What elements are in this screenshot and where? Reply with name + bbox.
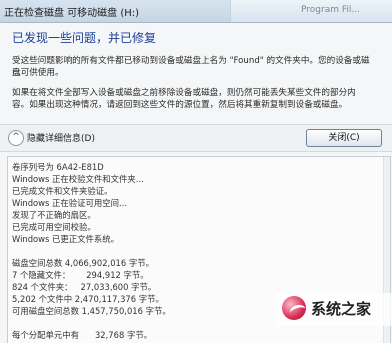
logo-icon — [282, 296, 308, 320]
logo-swoosh-icon — [288, 303, 308, 319]
detail-line: 已完成可用空间校验。 — [12, 222, 96, 232]
background-window: Program Fil... — [230, 0, 392, 22]
detail-line: 发现了不正确的扇区。 — [12, 210, 96, 220]
summary-paragraph-1-line-2: 已可供使用。 — [12, 68, 64, 78]
watermark-logo: 系统之家 — [276, 293, 392, 326]
detail-line: 磁盘空间总数 4,066,902,016 字节。 — [12, 258, 154, 268]
detail-line: 每个分配单元中有 32,768 字节。 — [12, 330, 153, 340]
title-bar[interactable]: 正在检查磁盘 可移动磁盘 (H:) Program Fil... — [0, 0, 392, 23]
detail-line: Windows 正在验证可用空间... — [12, 198, 128, 208]
result-heading: 已发现一些问题，并已修复 — [12, 31, 157, 45]
detail-line: 7 个隐藏文件： 294,912 字节。 — [12, 270, 149, 280]
hide-details-button[interactable]: 隐藏详细信息(D) — [27, 131, 95, 144]
collapse-details-icon[interactable]: ^ — [8, 130, 24, 146]
dialog-toolbar: ^ 隐藏详细信息(D) 关闭(C) — [0, 124, 392, 152]
summary-paragraph-2-line-1: 如果在将文件全部写入设备或磁盘之前移除设备或磁盘，则仍然可能丢失某些文件的部分内 — [12, 88, 356, 98]
check-disk-dialog: 正在检查磁盘 可移动磁盘 (H:) Program Fil... 已发现一些问题… — [0, 0, 392, 343]
detail-line: 824 个文件夹： 27,033,600 字节。 — [12, 282, 157, 292]
detail-line: 可用磁盘空间总数 1,457,750,016 字节。 — [12, 306, 171, 316]
detail-line: Windows 正在校验文件和文件夹... — [12, 174, 144, 184]
close-button[interactable]: 关闭(C) — [306, 129, 382, 147]
background-window-title: Program Fil... — [301, 5, 360, 15]
detail-line: 5,202 个文件中 2,470,117,376 字节。 — [12, 294, 164, 304]
watermark-text: 系统之家 — [311, 300, 372, 318]
window-title: 正在检查磁盘 可移动磁盘 (H:) — [4, 8, 140, 19]
detail-line: 已完成文件和文件夹验证。 — [12, 186, 113, 196]
detail-line: 卷序列号为 6A42-E81D — [12, 162, 104, 172]
detail-line: Windows 已更正文件系统。 — [12, 234, 120, 244]
summary-paragraph-2-line-2: 容。如果出现这种情况，请返回到这些文件的源位置，然后将其重新复制到设备或磁盘。 — [12, 100, 348, 110]
